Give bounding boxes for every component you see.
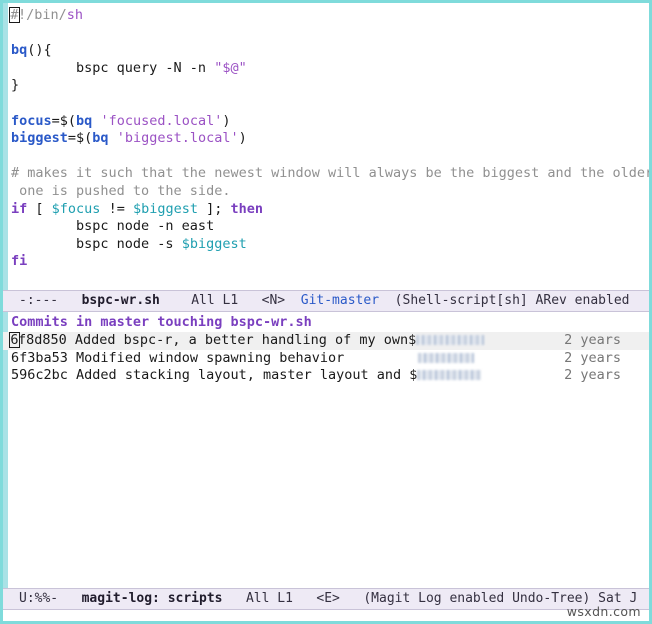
code-token: focus bbox=[11, 112, 52, 129]
commit-row[interactable]: 596c2bc Added stacking layout, master la… bbox=[3, 367, 649, 385]
code-token: =$( bbox=[67, 130, 93, 147]
code-line: biggest=$(bq 'biggest.local') bbox=[11, 130, 649, 148]
code-line: bspc node -n east bbox=[11, 218, 649, 236]
code-token: } bbox=[11, 77, 20, 94]
code-token: bspc query -N -n bbox=[11, 59, 215, 76]
modeline-major-mode: (Shell-script[sh] ARev enabled bbox=[394, 293, 630, 308]
commit-hash[interactable]: 596c2bc bbox=[11, 367, 68, 383]
code-token: if bbox=[11, 200, 28, 217]
commit-subject: Modified window spawning behavior bbox=[76, 349, 345, 366]
emacs-frame: #!/bin/sh bq(){ bspc query -N -n "$@"} f… bbox=[0, 0, 652, 624]
code-token: =$( bbox=[51, 112, 77, 129]
commit-hash[interactable]: 6f3ba53 bbox=[11, 350, 68, 366]
commit-age: 2 years bbox=[564, 332, 621, 348]
modeline-status: -:--- bbox=[19, 293, 59, 308]
code-token: sh bbox=[66, 7, 83, 23]
code-line: } bbox=[11, 77, 649, 95]
code-token: $biggest bbox=[132, 200, 198, 217]
modeline-buffer-name[interactable]: bspc-wr.sh bbox=[82, 293, 160, 308]
code-line: bspc query -N -n "$@" bbox=[11, 60, 649, 78]
code-token: ) bbox=[222, 112, 231, 129]
code-token: # makes it such that the newest window w… bbox=[11, 165, 649, 182]
modeline-position: All L1 bbox=[191, 293, 239, 308]
commit-hash[interactable]: 6f8d850 bbox=[9, 332, 67, 348]
magit-modeline-input-method: <E> bbox=[316, 591, 340, 606]
code-token: $biggest bbox=[181, 235, 247, 252]
code-line: bspc node -s $biggest bbox=[11, 236, 649, 254]
magit-modeline[interactable]: U:%%- magit-log: scripts All L1 <E> (Magit L… bbox=[3, 588, 649, 610]
text-cursor: 6 bbox=[9, 332, 20, 348]
code-token: then bbox=[230, 200, 264, 217]
code-token: ]; bbox=[197, 200, 231, 217]
code-token: biggest bbox=[11, 130, 68, 147]
commit-list[interactable]: 6f8d850 Added bspc-r, a better handling … bbox=[3, 332, 649, 385]
commit-author-redacted bbox=[417, 370, 482, 381]
editor-modeline[interactable]: -:--- bspc-wr.sh All L1 <N> Git-master (Shell… bbox=[3, 290, 649, 312]
code-token: bq bbox=[76, 112, 93, 129]
echo-area bbox=[3, 610, 649, 621]
code-line: # makes it such that the newest window w… bbox=[11, 165, 649, 183]
commit-subject: Added bspc-r, a better handling of my ow… bbox=[74, 332, 417, 348]
code-line: one is pushed to the side. bbox=[11, 183, 649, 201]
magit-modeline-status: U:%%- bbox=[19, 591, 59, 606]
commit-row[interactable]: 6f3ba53 Modified window spawning behavio… bbox=[3, 350, 649, 368]
code-token: $focus bbox=[51, 200, 101, 217]
code-token: 'biggest.local' bbox=[116, 130, 239, 147]
modeline-vcs-branch[interactable]: Git-master bbox=[301, 293, 379, 308]
code-token: [ bbox=[27, 200, 52, 217]
code-line: #!/bin/sh bbox=[9, 7, 649, 25]
code-line: bq(){ bbox=[11, 42, 649, 60]
code-token: one is pushed to the side. bbox=[11, 182, 231, 199]
watermark: wsxdn.com bbox=[566, 604, 641, 619]
commit-author-redacted bbox=[416, 335, 485, 345]
magit-modeline-position: All L1 bbox=[245, 591, 293, 606]
commit-row[interactable]: 6f8d850 Added bspc-r, a better handling … bbox=[3, 332, 649, 350]
code-line: if [ $focus != $biggest ]; then bbox=[11, 201, 649, 219]
code-token: (){ bbox=[27, 42, 52, 59]
code-token: bq bbox=[11, 42, 28, 59]
code-token: ) bbox=[238, 130, 247, 147]
commit-author-redacted bbox=[418, 352, 475, 363]
commit-age: 2 years bbox=[564, 349, 621, 366]
modeline-input-method: <N> bbox=[261, 293, 286, 308]
code-line: focus=$(bq 'focused.local') bbox=[11, 113, 649, 131]
code-line: fi bbox=[11, 253, 649, 271]
code-token: fi bbox=[11, 253, 28, 270]
magit-modeline-buffer-name[interactable]: magit-log: scripts bbox=[82, 591, 223, 606]
commit-age: 2 years bbox=[564, 367, 621, 384]
source-code-buffer[interactable]: #!/bin/sh bq(){ bspc query -N -n "$@"} f… bbox=[3, 7, 649, 271]
code-token: bq bbox=[92, 130, 109, 147]
magit-log-header: Commits in master touching bspc-wr.sh bbox=[11, 314, 312, 330]
editor-window[interactable]: #!/bin/sh bq(){ bspc query -N -n "$@"} f… bbox=[3, 3, 649, 290]
code-token: bspc node -n east bbox=[11, 218, 215, 235]
code-token: 'focused.local' bbox=[100, 112, 223, 129]
code-token: "$@" bbox=[214, 59, 247, 76]
commit-subject: Added stacking layout, master layout and… bbox=[76, 367, 418, 384]
code-token: bspc node -s bbox=[11, 235, 182, 252]
magit-log-window[interactable]: Commits in master touching bspc-wr.sh 6f… bbox=[3, 312, 649, 588]
code-token: != bbox=[100, 200, 133, 217]
code-token: !/bin/ bbox=[17, 7, 67, 23]
